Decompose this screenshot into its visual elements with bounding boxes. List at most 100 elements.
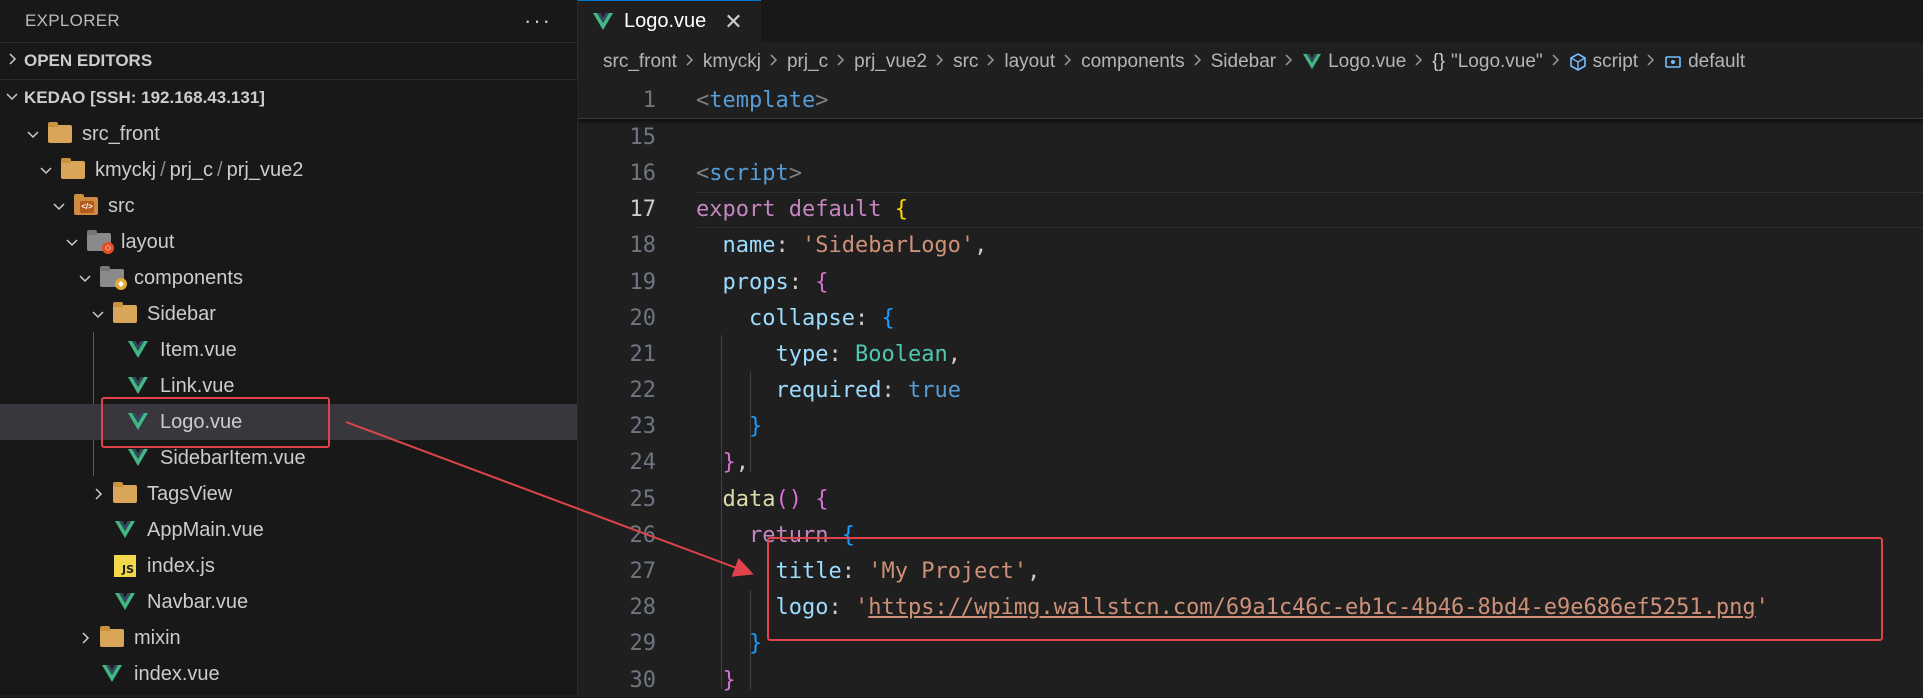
tab-logo-vue[interactable]: Logo.vue ✕ (578, 0, 761, 42)
editor-area: Logo.vue ✕ src_front kmyckj prj_c prj_vue2 s… (578, 0, 1923, 695)
chevron-right-icon (1646, 53, 1656, 72)
tree-file-sidebaritem-vue[interactable]: SidebarItem.vue (0, 440, 577, 476)
code-line-23[interactable]: 23 } (578, 409, 1923, 445)
breadcrumb: src_front kmyckj prj_c prj_vue2 src layout com… (578, 42, 1923, 82)
chevron-down-icon (33, 162, 59, 178)
breadcrumb-item[interactable]: layout (1004, 51, 1055, 73)
code-line-30[interactable]: 30 } (578, 662, 1923, 698)
line-number: 27 (629, 559, 657, 585)
breadcrumb-label: Logo.vue (1328, 51, 1407, 72)
breadcrumb-item[interactable]: Sidebar (1211, 51, 1277, 73)
code-line-19[interactable]: 19 props: { (578, 264, 1923, 300)
line-number: 15 (629, 124, 657, 150)
code-line-22[interactable]: 22 required: true (578, 373, 1923, 409)
code-line-26[interactable]: 26 return { (578, 517, 1923, 553)
tree-file-index-js[interactable]: JS index.js (0, 548, 577, 584)
variable-icon (1664, 53, 1682, 71)
tree-label: Link.vue (160, 374, 235, 397)
tree-file-navbar-vue[interactable]: Navbar.vue (0, 584, 577, 620)
breadcrumb-item[interactable]: src (953, 51, 978, 73)
folder-icon (111, 482, 139, 505)
tree-folder-tagsview[interactable]: TagsView (0, 476, 577, 512)
tree-folder-mixin[interactable]: mixin (0, 620, 577, 656)
breadcrumb-label: src_front (603, 51, 677, 72)
open-editors-section[interactable]: OPEN EDITORS (0, 42, 577, 79)
workspace-section[interactable]: KEDAO [SSH: 192.168.43.131] (0, 79, 577, 116)
breadcrumb-label: "Logo.vue" (1451, 51, 1543, 72)
tree-label: AppMain.vue (147, 518, 264, 541)
folder-icon (59, 158, 87, 181)
line-number: 17 (629, 197, 657, 223)
components-folder-icon: ◆ (98, 266, 127, 290)
breadcrumb-item[interactable]: script (1569, 51, 1638, 73)
tree-folder-layout[interactable]: ◇ layout (0, 224, 577, 260)
chevron-right-icon (1063, 53, 1073, 72)
breadcrumb-item[interactable]: prj_vue2 (854, 51, 927, 73)
line-number: 16 (629, 160, 657, 186)
tree-folder-sidebar[interactable]: Sidebar (0, 296, 577, 332)
chevron-right-icon (72, 630, 98, 646)
vue-file-icon (124, 447, 152, 469)
layout-folder-icon: ◇ (85, 230, 114, 254)
tree-folder-prj-vue2[interactable]: kmyckj / prj_c / prj_vue2 (0, 152, 577, 188)
breadcrumb-item[interactable]: prj_c (787, 51, 828, 73)
tab-label: Logo.vue (624, 10, 707, 32)
chevron-down-icon (72, 270, 98, 286)
breadcrumb-label: prj_c (786, 51, 829, 72)
breadcrumb-item[interactable]: default (1664, 51, 1745, 73)
chevron-down-icon (20, 126, 46, 142)
chevron-right-icon (0, 51, 24, 72)
breadcrumb-item[interactable]: Logo.vue (1302, 51, 1406, 73)
tree-file-item-vue[interactable]: Item.vue (0, 332, 577, 368)
tree-file-link-vue[interactable]: Link.vue (0, 368, 577, 404)
breadcrumb-item[interactable]: src_front (603, 51, 677, 73)
line-number: 25 (629, 486, 657, 512)
code-line-15[interactable]: 15 (578, 119, 1923, 155)
close-icon[interactable]: ✕ (724, 9, 742, 35)
vue-file-icon (1302, 53, 1322, 71)
tree-folder-components[interactable]: ◆ components (0, 260, 577, 296)
braces-icon: {} (1432, 51, 1445, 72)
vue-file-icon (124, 339, 152, 361)
breadcrumb-item[interactable]: components (1081, 51, 1185, 73)
path-separator: / (160, 158, 166, 181)
code-line-1[interactable]: 1 <template> (578, 82, 1923, 120)
tree-label: Logo.vue (160, 410, 243, 433)
vue-file-icon (111, 519, 139, 541)
code-line-21[interactable]: 21 type: Boolean, (578, 336, 1923, 372)
explorer-sidebar: EXPLORER ··· OPEN EDITORS KEDAO [SSH: 19… (0, 0, 578, 695)
tree-file-appmain-vue[interactable]: AppMain.vue (0, 512, 577, 548)
code-line-17[interactable]: 17 export default { (578, 191, 1923, 228)
tree-label: layout (121, 230, 175, 253)
code-line-27[interactable]: 27 title: 'My Project', (578, 553, 1923, 589)
code-line-29[interactable]: 29 } (578, 626, 1923, 662)
breadcrumb-item[interactable]: kmyckj (703, 51, 761, 73)
tree-folder-src[interactable]: </> src (0, 188, 577, 224)
code-line-24[interactable]: 24 }, (578, 445, 1923, 481)
workspace-label: KEDAO [SSH: 192.168.43.131] (24, 88, 265, 107)
folder-icon (111, 302, 139, 325)
code-line-18[interactable]: 18 name: 'SidebarLogo', (578, 228, 1923, 264)
breadcrumb-label: layout (1004, 51, 1056, 72)
tree-folder-src-front[interactable]: src_front (0, 116, 577, 152)
code-line-20[interactable]: 20 collapse: { (578, 300, 1923, 336)
code-line-16[interactable]: 16 <script> (578, 155, 1923, 191)
open-editors-label: OPEN EDITORS (24, 51, 153, 70)
line-number: 23 (629, 414, 657, 440)
tree-file-logo-vue[interactable]: Logo.vue (0, 404, 577, 440)
folder-icon (46, 122, 74, 145)
code-editor[interactable]: 1 <template> 15 16 <script> 17 export de… (578, 82, 1923, 698)
more-actions-icon[interactable]: ··· (524, 8, 552, 34)
path-separator: / (217, 158, 223, 181)
tree-label: Navbar.vue (147, 590, 249, 613)
breadcrumb-item[interactable]: {} "Logo.vue" (1432, 51, 1542, 73)
tree-label: src (108, 194, 135, 217)
logo-url-link[interactable]: https://wpimg.wallstcn.com/69a1c46c-eb1c… (868, 595, 1755, 620)
code-line-25[interactable]: 25 data() { (578, 481, 1923, 517)
line-number: 18 (629, 233, 657, 259)
tree-file-index-vue[interactable]: index.vue (0, 656, 577, 692)
chevron-right-icon (1193, 53, 1203, 72)
tree-label-path-a: kmyckj (95, 158, 157, 181)
code-line-28[interactable]: 28 logo: 'https://wpimg.wallstcn.com/69a… (578, 590, 1923, 626)
tree-label: index.vue (134, 662, 220, 685)
